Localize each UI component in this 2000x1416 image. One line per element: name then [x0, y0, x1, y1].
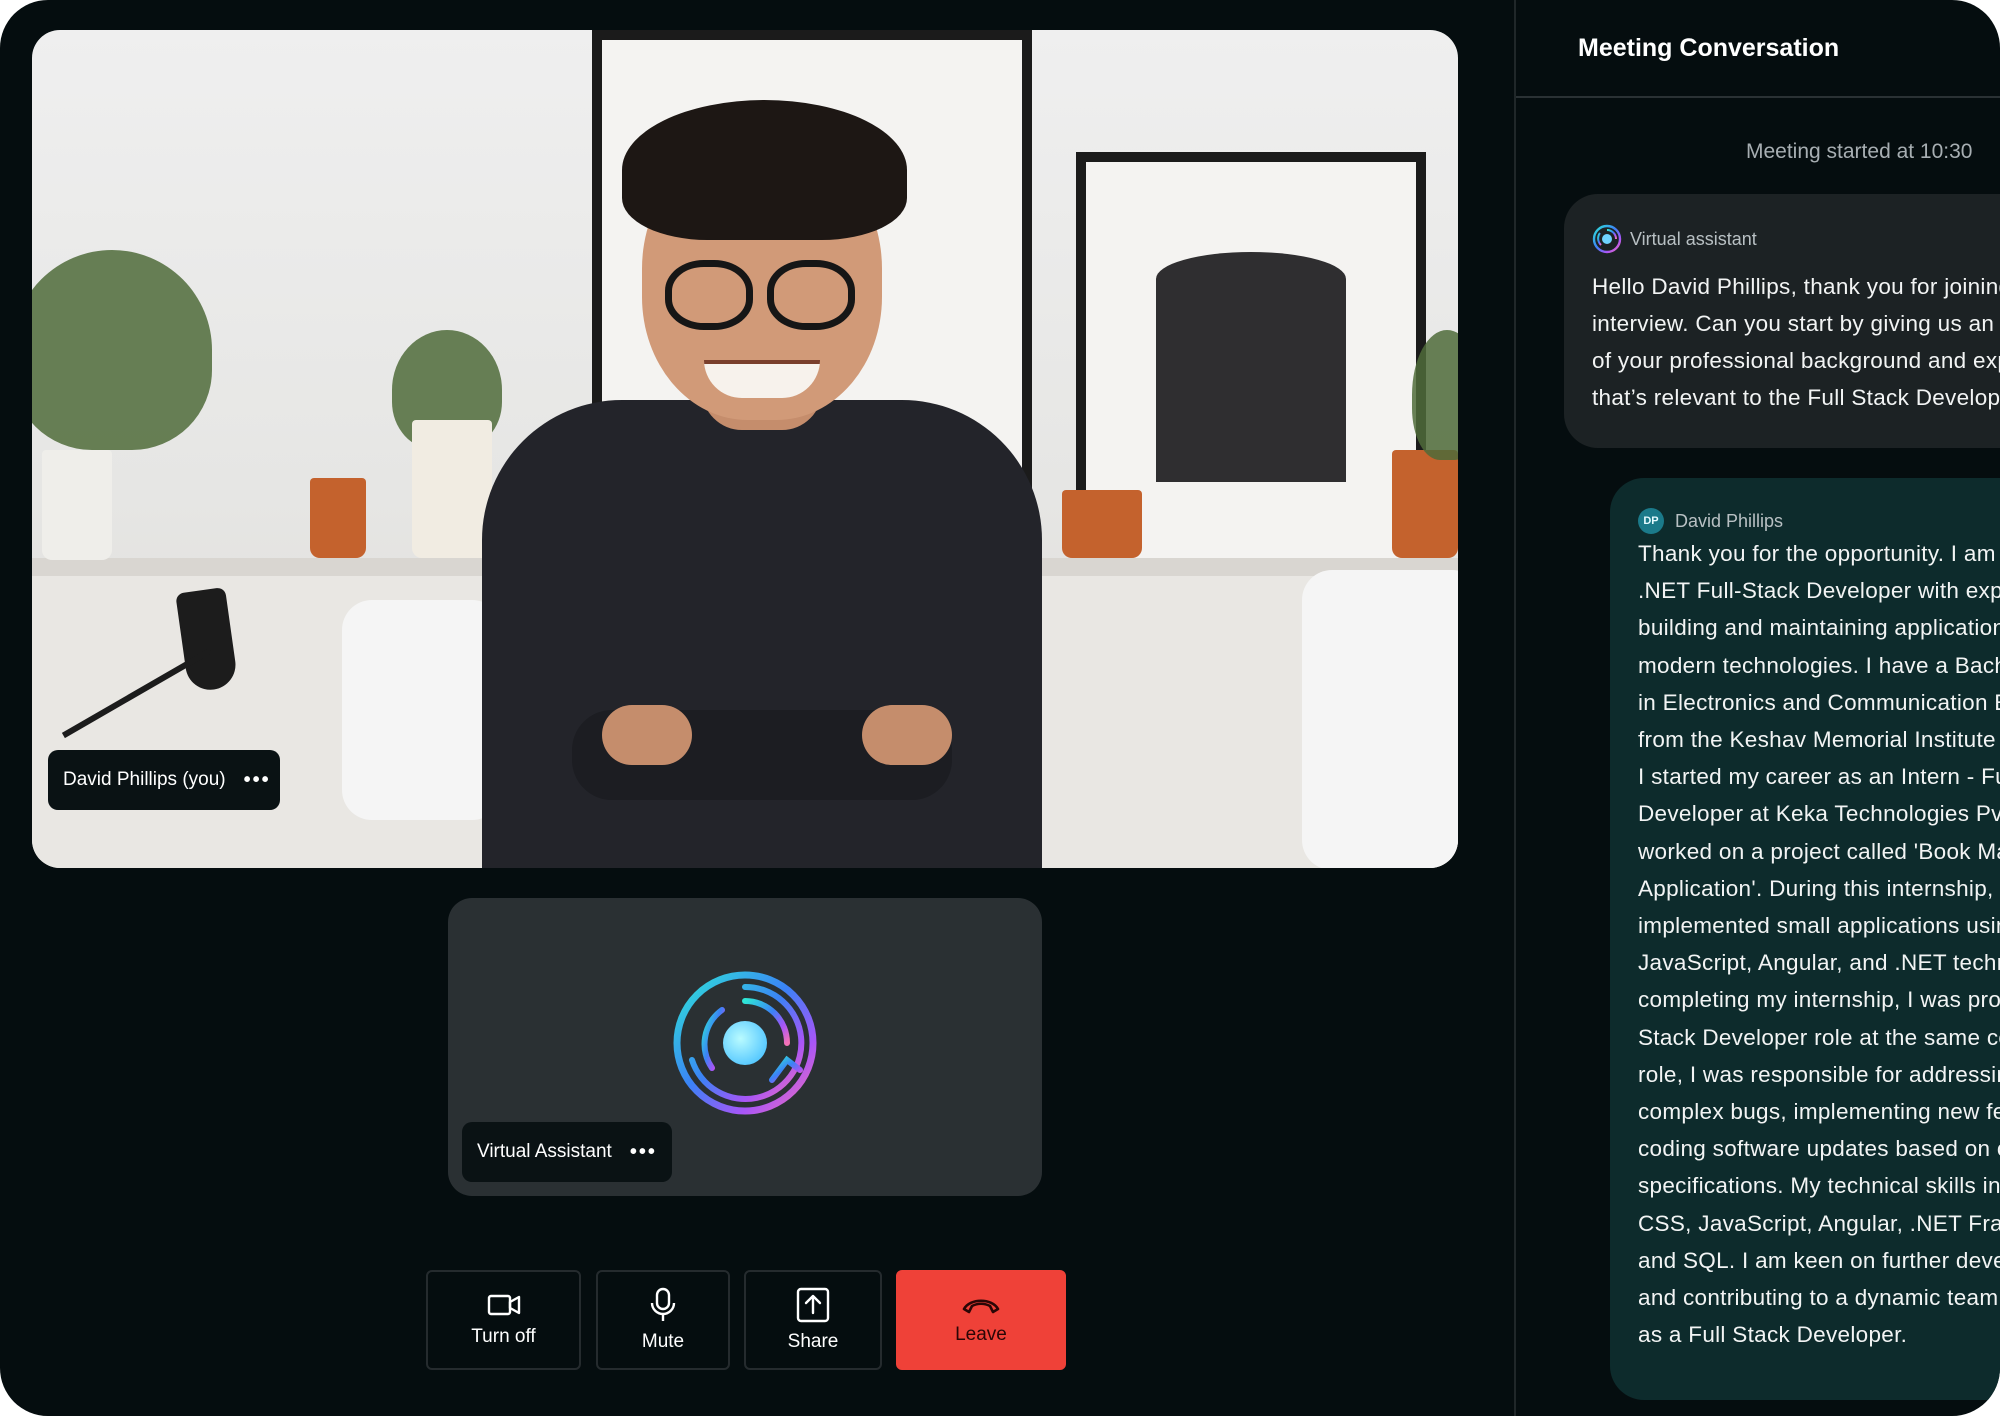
- pot-right-1: [1062, 490, 1142, 558]
- message-line: Hello David Phillips, thank you for join…: [1592, 274, 2000, 299]
- pot-left: [42, 450, 112, 560]
- assistant-name: Virtual Assistant: [477, 1141, 612, 1162]
- assistant-avatar-icon: [1592, 224, 1622, 254]
- user-avatar: DP: [1638, 508, 1664, 534]
- message-line: Developer at Keka Technologies Pvt Ltd, …: [1638, 801, 2000, 827]
- assistant-video-tile: Virtual Assistant •••: [448, 898, 1042, 1196]
- plant-left: [32, 250, 212, 450]
- message-line: of your professional background and expe…: [1592, 348, 2000, 373]
- message-line: implemented small applications using HTM…: [1638, 913, 2000, 938]
- assistant-name-tag: Virtual Assistant •••: [462, 1122, 672, 1182]
- assistant-logo-icon: [673, 971, 817, 1115]
- message-line: role, I was responsible for addressing a…: [1638, 1061, 2000, 1087]
- message-line: in Electronics and Communication Enginee…: [1638, 689, 2000, 715]
- message-line: complex bugs, implementing new features,…: [1638, 1099, 2000, 1124]
- message-line: Stack Developer role at the same company…: [1638, 1024, 2000, 1050]
- message-line: CSS, JavaScript, Angular, .NET Framework…: [1638, 1210, 2000, 1236]
- participant-video: [482, 70, 1042, 868]
- message-line: modern technologies. I have a Bachelor's…: [1638, 652, 2000, 678]
- chair-right: [1302, 570, 1458, 868]
- message-line: completing my internship, I was promoted…: [1638, 987, 2000, 1013]
- mute-button[interactable]: Mute: [596, 1270, 730, 1370]
- message-line: coding software updates based on client: [1638, 1136, 2000, 1162]
- message-line: as a Full Stack Developer.: [1638, 1322, 1908, 1348]
- message-line: worked on a project called 'Book Managem…: [1638, 838, 2000, 864]
- phone-hangup-icon: [962, 1299, 1000, 1314]
- mute-label: Mute: [641, 1331, 685, 1352]
- pot-right-2: [1392, 450, 1458, 558]
- message-line: JavaScript, Angular, and .NET technologi…: [1638, 950, 2000, 976]
- share-upload-icon: [796, 1287, 830, 1323]
- message-line: Application'. During this internship, I: [1638, 875, 2000, 901]
- share-button[interactable]: Share: [744, 1270, 882, 1370]
- message-line: and contributing to a dynamic team in my…: [1638, 1285, 2000, 1310]
- user-message: DP David Phillips Thank you for the oppo…: [1610, 478, 2000, 1400]
- message-line: and SQL. I am keen on further developing…: [1638, 1247, 2000, 1273]
- meeting-window: David Phillips (you) ••• Virtual Assista…: [0, 0, 2000, 1416]
- leave-label: Leave: [955, 1324, 1007, 1345]
- message-line: .NET Full-Stack Developer with experienc…: [1638, 578, 2000, 604]
- message-sender: DP David Phillips: [1638, 508, 1783, 534]
- microphone-icon: [650, 1287, 676, 1321]
- pot-small: [310, 478, 366, 558]
- assistant-message: Virtual assistant Hello David Phillips, …: [1564, 194, 2000, 448]
- video-camera-icon: [487, 1294, 520, 1316]
- leave-button[interactable]: Leave: [896, 1270, 1066, 1370]
- message-line: I started my career as an Intern - Full …: [1638, 764, 2000, 790]
- panel-header: Meeting Conversation: [1516, 0, 2000, 98]
- message-line: that’s relevant to the Full Stack Develo…: [1592, 385, 2000, 410]
- pot-mid: [412, 420, 492, 558]
- more-options-icon[interactable]: •••: [630, 1142, 657, 1162]
- participant-name: David Phillips (you): [63, 769, 226, 790]
- message-sender: Virtual assistant: [1592, 224, 1757, 254]
- more-options-icon[interactable]: •••: [244, 770, 271, 790]
- message-line: Thank you for the opportunity. I am a: [1638, 541, 2000, 566]
- main-video-feed: David Phillips (you) •••: [32, 30, 1458, 868]
- panel-title: Meeting Conversation: [1578, 34, 1840, 62]
- camera-toggle-label: Turn off: [471, 1326, 536, 1347]
- share-label: Share: [787, 1331, 839, 1352]
- message-line: building and maintaining applications us…: [1638, 615, 2000, 641]
- participant-name-tag: David Phillips (you) •••: [48, 750, 280, 810]
- chair-left: [342, 600, 502, 820]
- sender-name: David Phillips: [1675, 510, 1784, 531]
- message-line: interview. Can you start by giving us an…: [1592, 311, 2000, 336]
- message-line: from the Keshav Memorial Institute of Te…: [1638, 727, 2000, 752]
- sender-name: Virtual assistant: [1630, 228, 1757, 249]
- conversation-panel: Meeting Conversation Meeting started at …: [1514, 0, 2000, 1416]
- camera-toggle-button[interactable]: Turn off: [426, 1270, 581, 1370]
- message-line: specifications. My technical skills incl…: [1638, 1173, 2000, 1199]
- meeting-start-time: Meeting started at 10:30: [1746, 140, 1973, 163]
